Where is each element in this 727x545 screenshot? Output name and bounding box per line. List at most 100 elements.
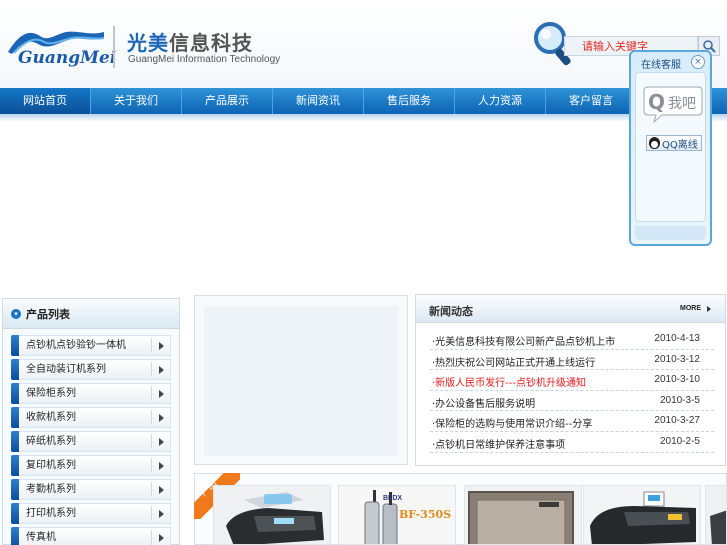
news-item-date: 2010-3-10 — [654, 374, 700, 386]
close-icon[interactable]: × — [691, 55, 705, 69]
chevron-down-icon: ▾ — [11, 308, 21, 319]
item-separator — [151, 530, 152, 545]
news-item[interactable]: ·新版人民币发行---点钞机升级通知 2010-3-10 — [430, 370, 714, 391]
nav-shadow — [0, 114, 727, 122]
logo-text: GuangMei — [18, 48, 117, 68]
news-item-date: 2010-4-13 — [654, 333, 700, 344]
product-thumb-counter-machine[interactable] — [583, 485, 701, 545]
qq-bubble-text: 我吧 — [668, 96, 696, 112]
item-bar — [11, 527, 19, 545]
news-item-title: ·光美信息科技有限公司新产品点钞机上市 — [432, 337, 616, 348]
banner-placeholder — [204, 306, 398, 456]
product-item[interactable]: 传真机 — [11, 527, 171, 545]
news-item[interactable]: ·热烈庆祝公司网站正式开通上线运行 2010-3-12 — [430, 350, 714, 371]
product-item[interactable]: 点钞机点钞验钞一体机 — [11, 335, 171, 356]
chevron-right-icon — [159, 462, 164, 470]
walkie-talkie-icon: BFDX BF-350S — [339, 486, 455, 544]
chevron-right-icon — [159, 342, 164, 350]
item-separator — [151, 386, 152, 401]
item-separator — [151, 338, 152, 353]
news-item-date: 2010-3-5 — [659, 394, 700, 406]
company-name-en: GuangMei Information Technology — [128, 54, 281, 65]
safe-icon — [465, 486, 581, 544]
company-name-accent: 光美 — [127, 31, 169, 55]
online-service-body: Q 我吧 QQ离线 — [635, 72, 706, 222]
product-item[interactable]: 考勤机系列 — [11, 479, 171, 500]
online-service-footer — [635, 226, 706, 240]
item-bar — [11, 383, 19, 404]
nav-products[interactable]: 产品展示 — [182, 88, 273, 114]
company-name-rest: 信息科技 — [169, 31, 253, 55]
chevron-right-icon — [159, 534, 164, 542]
online-service-title: 在线客服 — [641, 60, 681, 71]
cash-counter-icon — [214, 486, 330, 544]
news-title: 新闻动态 — [429, 305, 473, 318]
walkie-brand: BFDX — [383, 495, 402, 502]
logo-divider — [113, 26, 115, 68]
header: GuangMei 光美信息科技 GuangMei Information Tec… — [0, 0, 727, 88]
news-item-title: ·保险柜的选购与使用常识介绍--分享 — [432, 419, 593, 431]
product-item-label: 点钞机点钞验钞一体机 — [26, 340, 126, 351]
more-link[interactable]: MORE — [680, 305, 701, 312]
nav-home[interactable]: 网站首页 — [0, 88, 91, 114]
logo[interactable]: GuangMei — [6, 26, 116, 72]
product-item[interactable]: 碎纸机系列 — [11, 431, 171, 452]
news-item-date: 2010-3-12 — [654, 353, 700, 365]
product-item-label: 保险柜系列 — [26, 388, 76, 399]
company-name-cn: 光美信息科技 — [127, 27, 253, 56]
news-item-date: 2010-3-27 — [654, 415, 700, 427]
nav-news[interactable]: 新闻资讯 — [273, 88, 364, 114]
product-item[interactable]: 复印机系列 — [11, 455, 171, 476]
product-thumb-cash-counter[interactable] — [213, 485, 331, 545]
product-item[interactable]: 全自动装订机系列 — [11, 359, 171, 380]
qq-bubble-q: Q — [648, 90, 665, 114]
product-item-label: 打印机系列 — [26, 508, 76, 519]
chevron-right-icon — [159, 366, 164, 374]
chevron-right-icon — [159, 438, 164, 446]
item-separator — [151, 434, 152, 449]
product-item-label: 碎纸机系列 — [26, 436, 76, 447]
money-counter-icon — [584, 486, 700, 544]
product-thumb-partial[interactable] — [705, 485, 727, 545]
item-separator — [151, 506, 152, 521]
product-thumb-safe[interactable] — [464, 485, 582, 545]
product-item-label: 传真机 — [26, 532, 56, 543]
item-bar — [11, 455, 19, 476]
news-item-date: 2010-2-5 — [659, 435, 700, 447]
nav-hr[interactable]: 人力资源 — [455, 88, 546, 114]
product-list-panel: ▾ 产品列表 点钞机点钞验钞一体机 全自动装订机系列 保险柜系列 收款机系列 碎… — [2, 298, 180, 545]
nav-about[interactable]: 关于我们 — [91, 88, 182, 114]
item-bar — [11, 335, 19, 356]
news-item-title: ·办公设备售后服务说明 — [432, 398, 536, 410]
news-list: ·光美信息科技有限公司新产品点钞机上市 2010-4-13 ·热烈庆祝公司网站正式… — [430, 329, 714, 453]
news-item[interactable]: ·点钞机日常维护保养注意事项 2010-2-5 — [430, 432, 714, 453]
product-list-title: 产品列表 — [26, 307, 70, 321]
product-item[interactable]: 收款机系列 — [11, 407, 171, 428]
product-item-label: 考勤机系列 — [26, 484, 76, 495]
news-item[interactable]: ·办公设备售后服务说明 2010-3-5 — [430, 391, 714, 412]
banner-panel — [194, 295, 408, 465]
news-panel: 新闻动态 MORE ·光美信息科技有限公司新产品点钞机上市 2010-4-13 ·… — [415, 294, 726, 466]
product-partial-icon — [706, 486, 726, 544]
item-separator — [151, 458, 152, 473]
nav-guestbook[interactable]: 客户留言 — [546, 88, 637, 114]
product-item[interactable]: 保险柜系列 — [11, 383, 171, 404]
news-item-title: ·热烈庆祝公司网站正式开通上线运行 — [432, 357, 596, 369]
product-list-header: ▾ 产品列表 — [3, 299, 179, 329]
qq-penguin-icon — [649, 137, 660, 149]
product-item[interactable]: 打印机系列 — [11, 503, 171, 524]
news-item-title: ·新版人民币发行---点钞机升级通知 — [432, 378, 587, 390]
main-nav: 网站首页 关于我们 产品展示 新闻资讯 售后服务 人力资源 客户留言 — [0, 88, 727, 114]
news-item[interactable]: ·光美信息科技有限公司新产品点钞机上市 2010-4-13 — [430, 329, 714, 350]
item-bar — [11, 407, 19, 428]
product-thumb-walkie-talkie[interactable]: BFDX BF-350S — [338, 485, 456, 545]
product-item-label: 收款机系列 — [26, 412, 76, 423]
news-item[interactable]: ·保险柜的选购与使用常识介绍--分享 2010-3-27 — [430, 411, 714, 432]
item-separator — [151, 410, 152, 425]
chevron-right-icon — [159, 390, 164, 398]
nav-service[interactable]: 售后服务 — [364, 88, 455, 114]
online-service-panel: 在线客服 × Q 我吧 QQ离线 — [629, 50, 712, 246]
qq-status-button[interactable]: QQ离线 — [646, 135, 702, 151]
qq-status-label: QQ离线 — [662, 139, 698, 151]
chevron-right-icon — [707, 306, 711, 312]
